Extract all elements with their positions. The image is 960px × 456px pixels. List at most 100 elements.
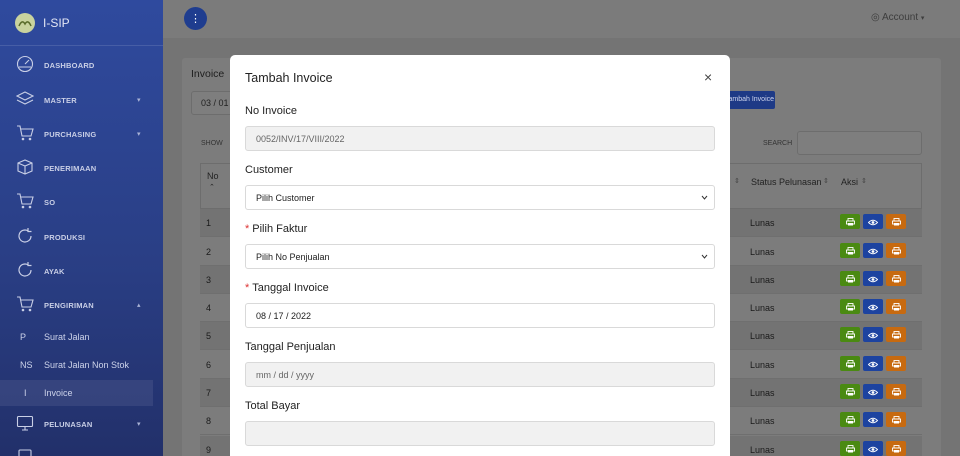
menu-toggle-button[interactable]: ⋮ [184, 7, 207, 30]
sidebar-item-purchasing[interactable]: PURCHASING ▾ [0, 120, 163, 148]
tanggal-invoice-field[interactable]: 08 / 17 / 2022 [245, 303, 715, 328]
faktur-select[interactable]: Pilih No Penjualan [245, 244, 715, 269]
account-menu[interactable]: ◎ Account ▾ [871, 12, 924, 23]
view-button[interactable] [863, 271, 883, 286]
row-status: Lunas [750, 331, 775, 341]
row-number: 8 [206, 416, 212, 426]
print-alt-button[interactable] [886, 441, 906, 456]
row-number: 1 [206, 218, 212, 228]
sidebar-subitem-abbr: P [20, 332, 27, 342]
print-alt-button[interactable] [886, 214, 906, 229]
sidebar-item-ayak[interactable]: AYAK [0, 257, 163, 285]
sidebar-item-more[interactable] [0, 444, 163, 456]
print-button[interactable] [840, 441, 860, 456]
view-button[interactable] [863, 299, 883, 314]
print-alt-button[interactable] [886, 299, 906, 314]
close-icon[interactable]: × [704, 70, 712, 84]
sidebar-subitem-surat-jalan-non-stok[interactable]: NS Surat Jalan Non Stok [0, 352, 163, 378]
sort-icon: ⇕ [823, 178, 829, 185]
search-label: SEARCH [763, 140, 793, 147]
print-button[interactable] [840, 327, 860, 342]
print-alt-button[interactable] [886, 412, 906, 427]
total-bayar-label: Total Bayar [245, 400, 301, 412]
search-input[interactable] [797, 131, 922, 155]
faktur-label: * Pilih Faktur [245, 223, 307, 235]
print-button[interactable] [840, 271, 860, 286]
row-actions [840, 327, 906, 342]
print-icon [845, 440, 855, 456]
eye-icon [867, 411, 879, 429]
brand[interactable]: I-SIP [0, 0, 163, 46]
faktur-label-text: Pilih Faktur [252, 223, 308, 235]
print-icon [845, 411, 855, 429]
chevron-down-icon [701, 254, 708, 259]
row-status: Lunas [750, 218, 775, 228]
view-button[interactable] [863, 441, 883, 456]
print-icon [845, 213, 855, 231]
view-button[interactable] [863, 384, 883, 399]
view-button[interactable] [863, 412, 883, 427]
sidebar-item-label: AYAK [44, 266, 65, 276]
sidebar-item-master[interactable]: MASTER ▾ [0, 86, 163, 114]
sort-icon: ⇕ [734, 178, 740, 185]
more-vertical-icon: ⋮ [190, 13, 201, 25]
eye-icon [867, 213, 879, 231]
chevron-up-icon: ▴ [137, 302, 141, 309]
customer-label: Customer [245, 164, 293, 176]
app-logo-icon [15, 12, 35, 33]
row-number: 2 [206, 247, 212, 257]
sidebar-subitem-surat-jalan[interactable]: P Surat Jalan [0, 324, 163, 350]
row-number: 3 [206, 275, 212, 285]
view-button[interactable] [863, 327, 883, 342]
sidebar-item-produksi[interactable]: PRODUKSI [0, 223, 163, 251]
print-button[interactable] [840, 299, 860, 314]
eye-icon [867, 270, 879, 288]
sidebar-item-penerimaan[interactable]: PENERIMAAN [0, 154, 163, 182]
print-alt-button[interactable] [886, 271, 906, 286]
faktur-select-value: Pilih No Penjualan [256, 252, 330, 262]
print-button[interactable] [840, 243, 860, 258]
print-button[interactable] [840, 356, 860, 371]
no-invoice-field[interactable]: 0052/INV/17/VIII/2022 [245, 126, 715, 151]
print-button[interactable] [840, 412, 860, 427]
view-button[interactable] [863, 356, 883, 371]
user-circle-icon: ◎ [871, 12, 880, 23]
tanggal-penjualan-field[interactable]: mm / dd / yyyy [245, 362, 715, 387]
required-mark: * [245, 282, 250, 294]
row-actions [840, 243, 906, 258]
row-status: Lunas [750, 303, 775, 313]
sidebar-subitem-invoice[interactable]: I Invoice [0, 380, 153, 406]
sidebar-item-label: PURCHASING [44, 129, 97, 139]
print-alt-button[interactable] [886, 243, 906, 258]
add-invoice-modal: Tambah Invoice × No Invoice 0052/INV/17/… [230, 55, 730, 456]
customer-select[interactable]: Pilih Customer [245, 185, 715, 210]
sidebar-item-dashboard[interactable]: DASHBOARD [0, 51, 163, 79]
sidebar-item-label: PENERIMAAN [44, 163, 97, 173]
sidebar-item-pengiriman[interactable]: PENGIRIMAN ▴ [0, 291, 163, 319]
sidebar: I-SIP DASHBOARD MASTER ▾ PURCHASING ▾ PE… [0, 0, 163, 456]
print-alt-button[interactable] [886, 384, 906, 399]
sidebar-item-so[interactable]: SO [0, 188, 163, 216]
eye-icon [867, 440, 879, 456]
monitor-icon [16, 415, 34, 431]
print-icon [891, 355, 901, 373]
row-actions [840, 356, 906, 371]
total-bayar-field[interactable] [245, 421, 715, 446]
app-name: I-SIP [43, 15, 70, 30]
view-button[interactable] [863, 243, 883, 258]
row-actions [840, 214, 906, 229]
column-header-aksi[interactable]: Aksi [841, 177, 858, 187]
column-header-status[interactable]: Status Pelunasan [751, 177, 822, 187]
print-button[interactable] [840, 384, 860, 399]
tanggal-invoice-label: * Tanggal Invoice [245, 282, 329, 294]
sidebar-item-label: PRODUKSI [44, 232, 86, 242]
print-button[interactable] [840, 214, 860, 229]
view-button[interactable] [863, 214, 883, 229]
print-alt-button[interactable] [886, 356, 906, 371]
print-alt-button[interactable] [886, 327, 906, 342]
column-header-no[interactable]: No [207, 171, 219, 181]
refresh-icon [18, 262, 32, 277]
print-icon [845, 326, 855, 344]
sidebar-item-pelunasan[interactable]: PELUNASAN ▾ [0, 410, 163, 438]
layers-icon [16, 91, 34, 105]
